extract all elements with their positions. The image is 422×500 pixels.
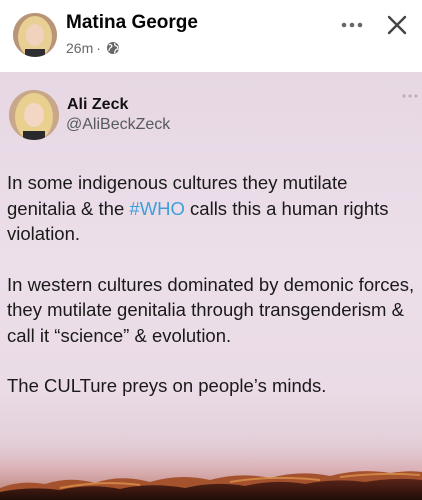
tweet-paragraph: In some indigenous cultures they mutilat… (7, 172, 389, 244)
close-icon (387, 15, 407, 35)
more-options-button[interactable] (334, 10, 370, 40)
close-button[interactable] (380, 8, 414, 42)
tweet-paragraph: The CULTure preys on people’s minds. (7, 375, 327, 396)
more-horizontal-icon (341, 22, 363, 28)
author-avatar[interactable] (13, 13, 57, 57)
hashtag-link[interactable]: #WHO (129, 198, 185, 219)
meta-separator: · (96, 40, 101, 56)
tweet-author-handle: @AliBeckZeck (66, 116, 171, 133)
post-header: Matina George 26m · (0, 0, 422, 72)
author-name[interactable]: Matina George (66, 12, 198, 34)
post-time[interactable]: 26m (66, 40, 93, 56)
globe-icon (106, 41, 120, 55)
shared-tweet-image[interactable]: Ali Zeck @AliBeckZeck In some indigenous… (0, 72, 422, 500)
post-meta: 26m · (66, 40, 120, 56)
tweet-text: In some indigenous cultures they mutilat… (7, 170, 415, 399)
more-horizontal-icon (402, 94, 418, 98)
tweet-avatar (9, 90, 59, 140)
sunset-landscape (0, 428, 422, 500)
tweet-paragraph: In western cultures dominated by demonic… (7, 273, 415, 346)
tweet-author-name: Ali Zeck (67, 96, 129, 113)
